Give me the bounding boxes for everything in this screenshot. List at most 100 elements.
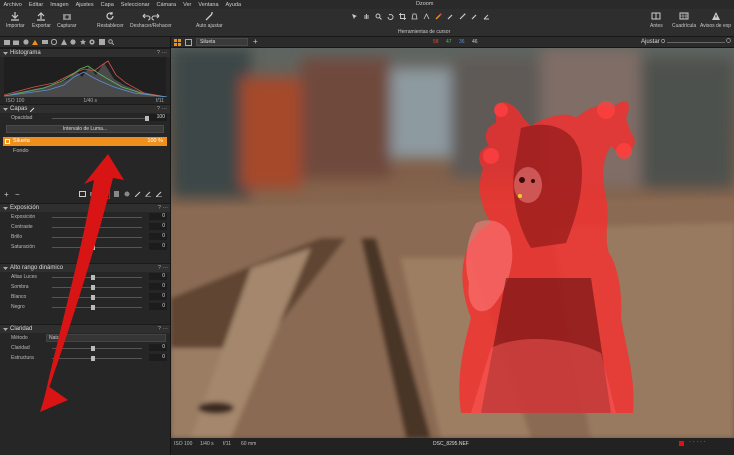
- annotate-tool[interactable]: [482, 12, 490, 20]
- eraser-tool[interactable]: [446, 12, 454, 20]
- tab-capture[interactable]: [13, 39, 20, 46]
- opacity-slider[interactable]: [52, 116, 149, 121]
- tab-adjustments[interactable]: [70, 39, 77, 46]
- grid-button[interactable]: Cuadrícula: [672, 11, 696, 29]
- loupe-tool[interactable]: [374, 12, 382, 20]
- menu-editar[interactable]: Editar: [25, 2, 46, 8]
- pen-icon[interactable]: [156, 191, 162, 197]
- eraser-icon[interactable]: [135, 191, 141, 197]
- slider-value[interactable]: 0: [149, 354, 167, 361]
- grid-view-icon[interactable]: [174, 39, 181, 46]
- menu-ventana[interactable]: Ventana: [195, 2, 222, 8]
- reset-button[interactable]: Restablecer: [97, 11, 124, 29]
- menu-imagen[interactable]: Imagen: [47, 2, 72, 8]
- clarity-controls[interactable]: ? ⋯: [158, 326, 168, 332]
- menu-ver[interactable]: Ver: [180, 2, 195, 8]
- tab-metadata[interactable]: [79, 39, 86, 46]
- slider-value[interactable]: 0: [149, 233, 167, 240]
- luma-range-button[interactable]: Intervalo de Luma...: [6, 125, 164, 133]
- histogram-graph: [3, 60, 168, 98]
- rating-stars[interactable]: · · · · ·: [689, 439, 706, 445]
- zoom-fit[interactable]: Ajustar: [641, 39, 660, 45]
- keystone-tool[interactable]: [410, 12, 418, 20]
- tab-output[interactable]: [89, 39, 96, 46]
- menu-seleccionar[interactable]: Seleccionar: [117, 2, 153, 8]
- exposure-controls[interactable]: ? ⋯: [158, 205, 168, 211]
- color-tag[interactable]: [679, 441, 684, 446]
- layer-select[interactable]: Silueta: [196, 38, 248, 46]
- layer-checkbox[interactable]: [5, 139, 10, 144]
- remove-layer-icon[interactable]: −: [15, 190, 20, 199]
- layer-item-silueta[interactable]: Silueta 100 %: [3, 137, 167, 146]
- tab-library[interactable]: [3, 39, 10, 46]
- undo-redo-button[interactable]: Deshacer/Rehacer: [130, 11, 172, 29]
- menu-archivo[interactable]: Archivo: [0, 2, 25, 8]
- tab-lens[interactable]: [22, 39, 29, 46]
- before-button[interactable]: Antes: [650, 11, 663, 29]
- slider-value[interactable]: 0: [149, 273, 167, 280]
- brush-tool[interactable]: [434, 12, 442, 20]
- crop-icon: [398, 12, 406, 20]
- menu-camara[interactable]: Cámara: [153, 2, 180, 8]
- slider-value[interactable]: 0: [149, 213, 167, 220]
- gradient-tool[interactable]: [458, 12, 466, 20]
- star-icon: [79, 39, 86, 45]
- image-viewer[interactable]: [171, 48, 734, 438]
- crop-tool[interactable]: [398, 12, 406, 20]
- picker-tool[interactable]: [470, 12, 478, 20]
- tab-exposure[interactable]: [51, 39, 58, 46]
- menu-ajustes[interactable]: Ajustes: [72, 2, 97, 8]
- chevron-down-icon: [3, 206, 8, 210]
- histogram-controls[interactable]: ? ⋯: [157, 50, 167, 56]
- tab-search[interactable]: [108, 39, 115, 46]
- slider-value[interactable]: 0: [149, 223, 167, 230]
- viewer-toolbar: Silueta + 58 47 36 46 Ajustar: [171, 37, 734, 48]
- slider-value[interactable]: 0: [149, 243, 167, 250]
- slider-value[interactable]: 0: [149, 283, 167, 290]
- color-icon: [41, 40, 48, 44]
- histogram-header[interactable]: Histograma ? ⋯: [0, 48, 170, 57]
- export-label: Exportar: [32, 23, 51, 29]
- pan-tool[interactable]: [362, 12, 370, 20]
- layer-opacity: 100 %: [147, 138, 163, 144]
- photo-canvas: [171, 48, 734, 438]
- camera-icon: [13, 40, 19, 45]
- exposure-warning-button[interactable]: Avisos de exp: [700, 11, 731, 29]
- rotate-tool[interactable]: [386, 12, 394, 20]
- capture-button[interactable]: Capturar: [57, 11, 76, 29]
- keystone-icon: [411, 13, 417, 19]
- histogram-title: Histograma: [10, 50, 41, 56]
- fill-mask-icon[interactable]: [145, 191, 151, 197]
- tab-details[interactable]: [60, 39, 67, 46]
- exposure-warning-label: Avisos de exp: [700, 23, 732, 29]
- histogram-shutter: 1/40 s: [83, 97, 97, 104]
- single-view-icon[interactable]: [185, 39, 192, 46]
- menu-capa[interactable]: Capa: [97, 2, 117, 8]
- chevron-down-icon: [3, 51, 8, 55]
- slider-value[interactable]: 0: [149, 293, 167, 300]
- slider-value[interactable]: 0: [149, 303, 167, 310]
- export-button[interactable]: Exportar: [32, 11, 51, 29]
- menu-ayuda[interactable]: Ayuda: [222, 2, 245, 8]
- add-layer-icon[interactable]: +: [4, 190, 9, 199]
- reset-label: Restablecer: [97, 23, 124, 29]
- zoom-slider[interactable]: [661, 38, 731, 43]
- reset-icon: [106, 12, 114, 20]
- slider-value[interactable]: 0: [149, 344, 167, 351]
- tab-layers[interactable]: [32, 39, 39, 46]
- spot-tool[interactable]: [422, 12, 430, 20]
- tab-batch[interactable]: [98, 39, 105, 46]
- chevron-down-icon: [3, 327, 8, 331]
- pointer-tool[interactable]: [350, 12, 358, 20]
- import-button[interactable]: Importar: [6, 11, 25, 29]
- hdr-controls[interactable]: ? ⋯: [158, 265, 168, 271]
- status-shutter: 1/40 s: [200, 441, 214, 447]
- camera-icon: [62, 14, 71, 20]
- add-icon[interactable]: +: [253, 37, 258, 46]
- tab-color[interactable]: [41, 39, 48, 46]
- layers-controls[interactable]: ? ⋯: [157, 106, 167, 112]
- layers-header[interactable]: Capas ? ⋯: [0, 104, 170, 113]
- opacity-value[interactable]: 100: [149, 114, 167, 121]
- auto-adjust-button[interactable]: Auto ajustar: [196, 11, 223, 29]
- readout-b: 36: [459, 39, 465, 45]
